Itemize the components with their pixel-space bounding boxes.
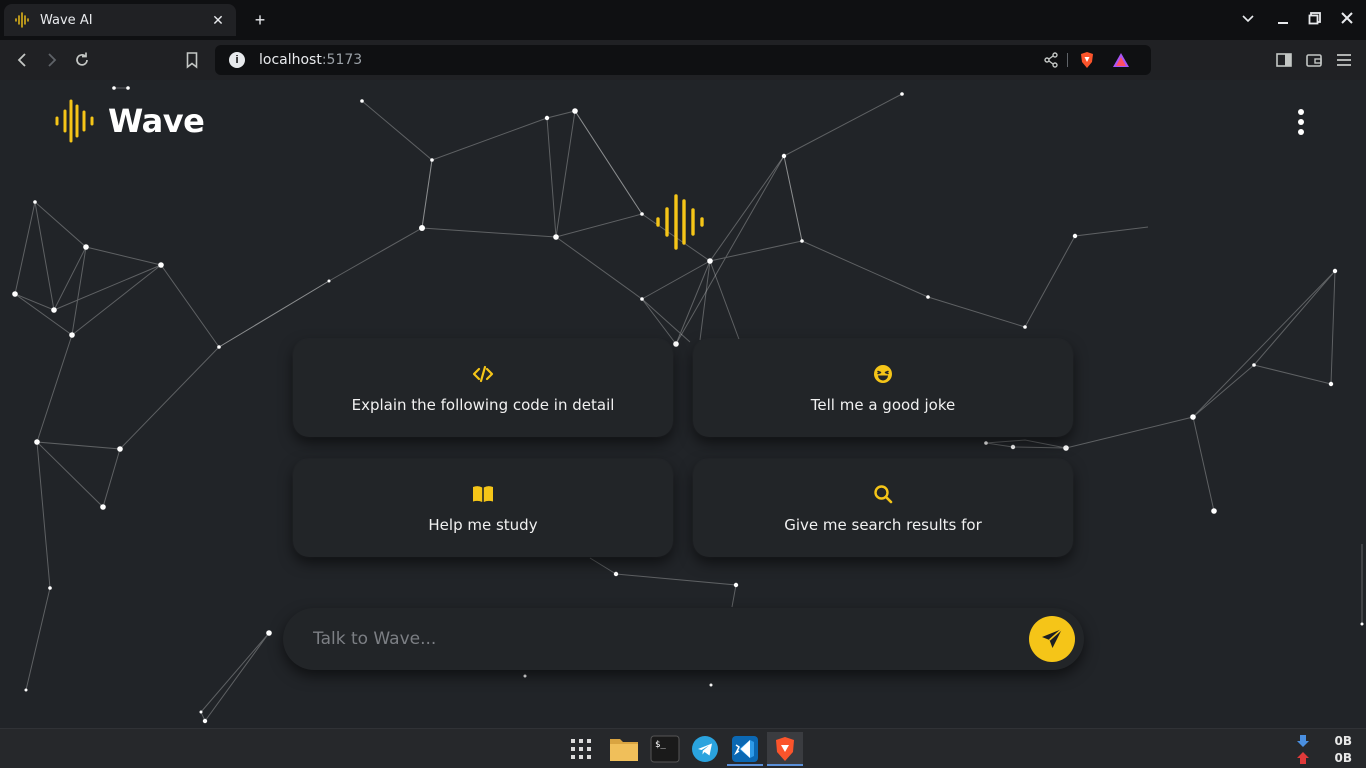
share-icon[interactable] — [1042, 51, 1060, 74]
net-down-value: 0B — [1334, 734, 1353, 748]
suggestion-card-search[interactable]: Give me search results for — [693, 459, 1073, 557]
telegram-icon[interactable] — [687, 732, 723, 766]
omnibox-divider — [1067, 53, 1068, 67]
chat-input[interactable] — [313, 624, 1013, 654]
close-window-icon[interactable] — [1337, 10, 1357, 30]
reload-icon[interactable] — [72, 50, 92, 70]
menu-icon[interactable] — [1334, 50, 1354, 70]
brand[interactable]: Wave — [54, 98, 205, 144]
upload-arrow-icon — [1297, 752, 1309, 764]
brave-running-indicator — [767, 764, 803, 766]
maximize-icon[interactable] — [1305, 10, 1325, 30]
app-grid-icon[interactable] — [563, 732, 599, 766]
svg-text:$_: $_ — [655, 740, 666, 750]
browser-tab[interactable]: Wave AI ✕ — [4, 4, 236, 36]
tab-strip: Wave AI ✕ + — [0, 0, 1366, 40]
net-up-value: 0B — [1334, 751, 1353, 765]
wave-logo-icon — [55, 99, 94, 143]
tab-title: Wave AI — [40, 12, 93, 28]
suggestion-label: Give me search results for — [784, 516, 982, 534]
wave-center-logo-icon — [656, 194, 704, 250]
terminal-icon[interactable]: $_ — [647, 732, 683, 766]
files-icon[interactable] — [606, 732, 642, 766]
wave-favicon-icon — [15, 12, 29, 28]
vscode-running-indicator — [727, 764, 763, 766]
os-taskbar: $_ 0B 0B — [0, 728, 1366, 768]
download-arrow-icon — [1297, 735, 1309, 747]
brave-icon[interactable] — [767, 732, 803, 766]
url-host: localhost — [259, 52, 322, 68]
suggestion-card-joke[interactable]: Tell me a good joke — [693, 339, 1073, 437]
brave-rewards-icon[interactable] — [1112, 51, 1130, 74]
code-icon — [472, 365, 494, 383]
url-port: :5173 — [321, 52, 363, 68]
search-icon — [874, 485, 893, 504]
vscode-icon[interactable] — [727, 732, 763, 766]
brand-name: Wave — [108, 102, 205, 140]
more-options-icon[interactable] — [1291, 109, 1311, 135]
laughing-emoji-icon — [874, 365, 892, 383]
bookmark-icon[interactable] — [182, 50, 202, 70]
brave-shields-icon[interactable] — [1078, 51, 1096, 74]
info-icon[interactable]: i — [229, 52, 245, 68]
suggestion-label: Explain the following code in detail — [351, 396, 615, 414]
sidebar-icon[interactable] — [1274, 50, 1294, 70]
tab-close-icon[interactable]: ✕ — [210, 12, 226, 28]
network-monitor: 0B 0B — [1296, 732, 1352, 766]
tab-search-chevron-icon[interactable] — [1238, 10, 1258, 30]
app-page: Wave Explain the following code in detai… — [0, 80, 1366, 728]
suggestion-label: Tell me a good joke — [810, 396, 956, 414]
chat-input-bar — [283, 608, 1084, 670]
new-tab-button[interactable]: + — [250, 10, 270, 30]
suggestion-card-study[interactable]: Help me study — [293, 459, 673, 557]
minimize-icon[interactable] — [1273, 10, 1293, 30]
back-icon[interactable] — [12, 50, 32, 70]
suggestion-card-code[interactable]: Explain the following code in detail — [293, 339, 673, 437]
suggestion-label: Help me study — [428, 516, 538, 534]
wallet-icon[interactable] — [1304, 50, 1324, 70]
send-button[interactable] — [1029, 616, 1075, 662]
forward-icon[interactable] — [42, 50, 62, 70]
book-icon — [473, 486, 493, 502]
paper-plane-icon — [1042, 628, 1063, 648]
address-bar[interactable]: i localhost:5173 — [215, 45, 1151, 75]
